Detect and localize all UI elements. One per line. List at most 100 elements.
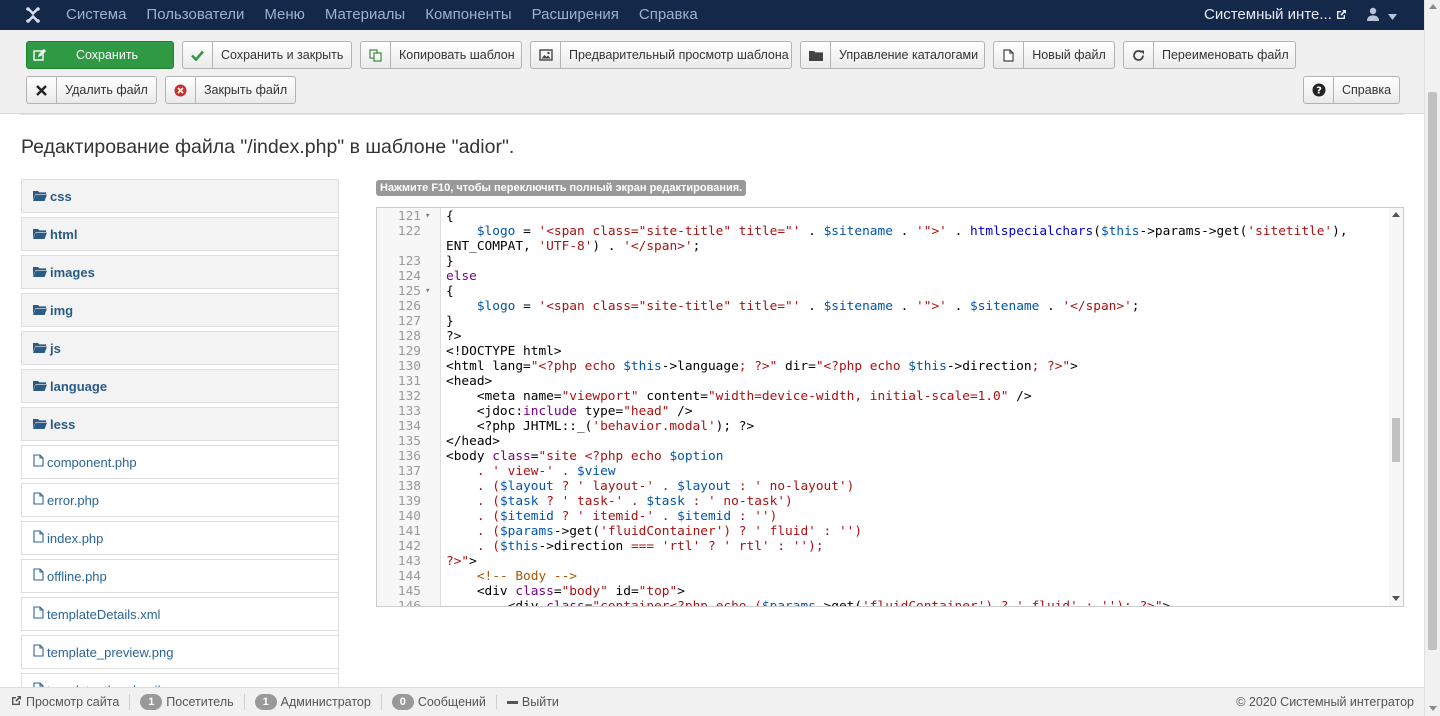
help-button[interactable]: ? Справка xyxy=(1303,76,1400,104)
code-line: . ' view-' . $view xyxy=(476,464,616,479)
file-icon xyxy=(33,530,47,546)
line-number: 139 xyxy=(397,494,421,509)
file-item[interactable]: offline.php xyxy=(21,559,339,593)
user-menu[interactable] xyxy=(1366,5,1412,25)
top-navbar: Система Пользователи Меню Материалы Комп… xyxy=(0,0,1424,30)
file-label: offline.php xyxy=(47,568,107,584)
file-item[interactable]: template_thumbnail.png xyxy=(21,673,339,687)
file-icon xyxy=(33,644,47,660)
code-area[interactable]: 121 ▾ {122 $logo = '<span class="site-titl… xyxy=(377,208,1389,606)
save-button[interactable]: Сохранить xyxy=(26,41,174,69)
code-line: . ($layout ? ' layout-' . $layout : ' no… xyxy=(476,479,855,494)
menu-components[interactable]: Компоненты xyxy=(415,0,521,30)
save-and-close-button[interactable]: Сохранить и закрыть xyxy=(182,41,352,69)
view-site-link[interactable]: Просмотр сайта xyxy=(11,695,119,709)
line-number: 134 xyxy=(397,419,421,434)
external-link-icon xyxy=(1336,1,1347,31)
folder-icon xyxy=(801,42,831,68)
fold-arrow-icon[interactable]: ▾ xyxy=(425,284,430,299)
file-item[interactable]: templateDetails.xml xyxy=(21,597,339,631)
folder-language[interactable]: language xyxy=(21,369,339,403)
main-menu: Система Пользователи Меню Материалы Комп… xyxy=(56,0,708,30)
line-number: 141 xyxy=(397,524,421,539)
file-item[interactable]: component.php xyxy=(21,445,339,479)
line-number: 136 xyxy=(397,449,421,464)
admins-link[interactable]: 1 Администратор xyxy=(243,694,371,710)
line-number: 140 xyxy=(397,509,421,524)
folder-images[interactable]: images xyxy=(21,255,339,289)
site-name-link[interactable]: Системный инте... xyxy=(1204,0,1347,31)
code-line: <!DOCTYPE html> xyxy=(446,344,562,359)
code-line: { xyxy=(446,209,454,224)
status-bar: Просмотр сайта 1 Посетитель 1 Администра… xyxy=(0,687,1424,716)
code-line: . ($itemid ? ' itemid-' . $itemid : '') xyxy=(476,509,778,524)
code-line: } xyxy=(446,254,454,269)
code-line: ?>"> xyxy=(446,554,477,569)
new-file-button[interactable]: Новый файл xyxy=(993,41,1115,69)
scroll-thumb[interactable] xyxy=(1392,418,1400,462)
file-label: templateDetails.xml xyxy=(47,606,161,622)
line-number: 135 xyxy=(397,434,421,449)
line-number: 129 xyxy=(397,344,421,359)
divider xyxy=(338,179,339,687)
messages-link[interactable]: 0 Сообщений xyxy=(380,694,486,710)
code-line: <head> xyxy=(446,374,493,389)
code-editor[interactable]: 121 ▾ {122 $logo = '<span class="site-titl… xyxy=(376,207,1404,607)
copy-template-button[interactable]: Копировать шаблон xyxy=(360,41,522,69)
scroll-down-arrow-icon[interactable] xyxy=(1392,596,1400,601)
code-line: <html lang="<?php echo $this->language; … xyxy=(446,359,1078,374)
file-icon xyxy=(33,454,47,470)
menu-system[interactable]: Система xyxy=(56,0,136,30)
code-line: . ($task ? ' task-' . $task : ' no-task'… xyxy=(476,494,793,509)
folder-label: html xyxy=(50,226,78,242)
code-line: </head> xyxy=(446,434,500,449)
delete-file-button[interactable]: Удалить файл xyxy=(26,76,157,104)
scroll-thumb[interactable] xyxy=(1428,92,1437,650)
folder-img[interactable]: img xyxy=(21,293,339,327)
folder-less[interactable]: less xyxy=(21,407,339,441)
editor-scrollbar[interactable] xyxy=(1389,208,1403,606)
file-tree: css html images img js language less component.… xyxy=(21,179,339,687)
page-scrollbar[interactable] xyxy=(1424,0,1440,716)
file-label: index.php xyxy=(47,530,104,546)
logout-link[interactable]: Выйти xyxy=(495,695,559,709)
code-line: { xyxy=(446,284,454,299)
line-number: 145 xyxy=(397,584,421,599)
folder-open-icon xyxy=(33,341,50,356)
menu-help[interactable]: Справка xyxy=(629,0,708,30)
manage-folders-button[interactable]: Управление каталогами xyxy=(800,41,985,69)
file-icon xyxy=(33,568,47,584)
folder-css[interactable]: css xyxy=(21,179,339,213)
folder-label: less xyxy=(50,416,76,432)
code-line: } xyxy=(446,314,454,329)
menu-extensions[interactable]: Расширения xyxy=(522,0,629,30)
code-line: <meta name="viewport" content="width=dev… xyxy=(446,389,1032,404)
preview-template-button[interactable]: Предварительный просмотр шаблона xyxy=(530,41,792,69)
file-item[interactable]: error.php xyxy=(21,483,339,517)
code-line: ?> xyxy=(446,329,462,344)
scroll-up-arrow-icon[interactable] xyxy=(1392,212,1400,217)
file-item[interactable]: index.php xyxy=(21,521,339,555)
folder-js[interactable]: js xyxy=(21,331,339,365)
menu-users[interactable]: Пользователи xyxy=(136,0,254,30)
rename-file-button[interactable]: Переименовать файл xyxy=(1123,41,1296,69)
line-number: 137 xyxy=(397,464,421,479)
folder-label: language xyxy=(50,378,108,394)
fullscreen-hint: Нажмите F10, чтобы переключить полный эк… xyxy=(376,180,747,196)
code-line: else xyxy=(446,269,477,284)
menu-menus[interactable]: Меню xyxy=(254,0,315,30)
visitors-link[interactable]: 1 Посетитель xyxy=(129,694,234,710)
close-file-button[interactable]: Закрыть файл xyxy=(165,76,296,104)
fold-arrow-icon[interactable]: ▾ xyxy=(425,209,430,224)
scroll-down-arrow-icon[interactable] xyxy=(1429,706,1437,711)
file-item[interactable]: template_preview.png xyxy=(21,635,339,669)
joomla-logo-icon[interactable] xyxy=(20,4,46,26)
menu-content[interactable]: Материалы xyxy=(315,0,415,30)
folder-html[interactable]: html xyxy=(21,217,339,251)
scroll-up-arrow-icon[interactable] xyxy=(1429,4,1437,9)
code-line: . ($this->direction === 'rtl' ? ' rtl' :… xyxy=(476,539,824,554)
code-line: ENT_COMPAT, 'UTF-8') . '</span>'; xyxy=(446,239,701,254)
folder-open-icon xyxy=(33,303,50,318)
line-number: 126 xyxy=(397,299,421,314)
close-icon xyxy=(27,77,57,103)
